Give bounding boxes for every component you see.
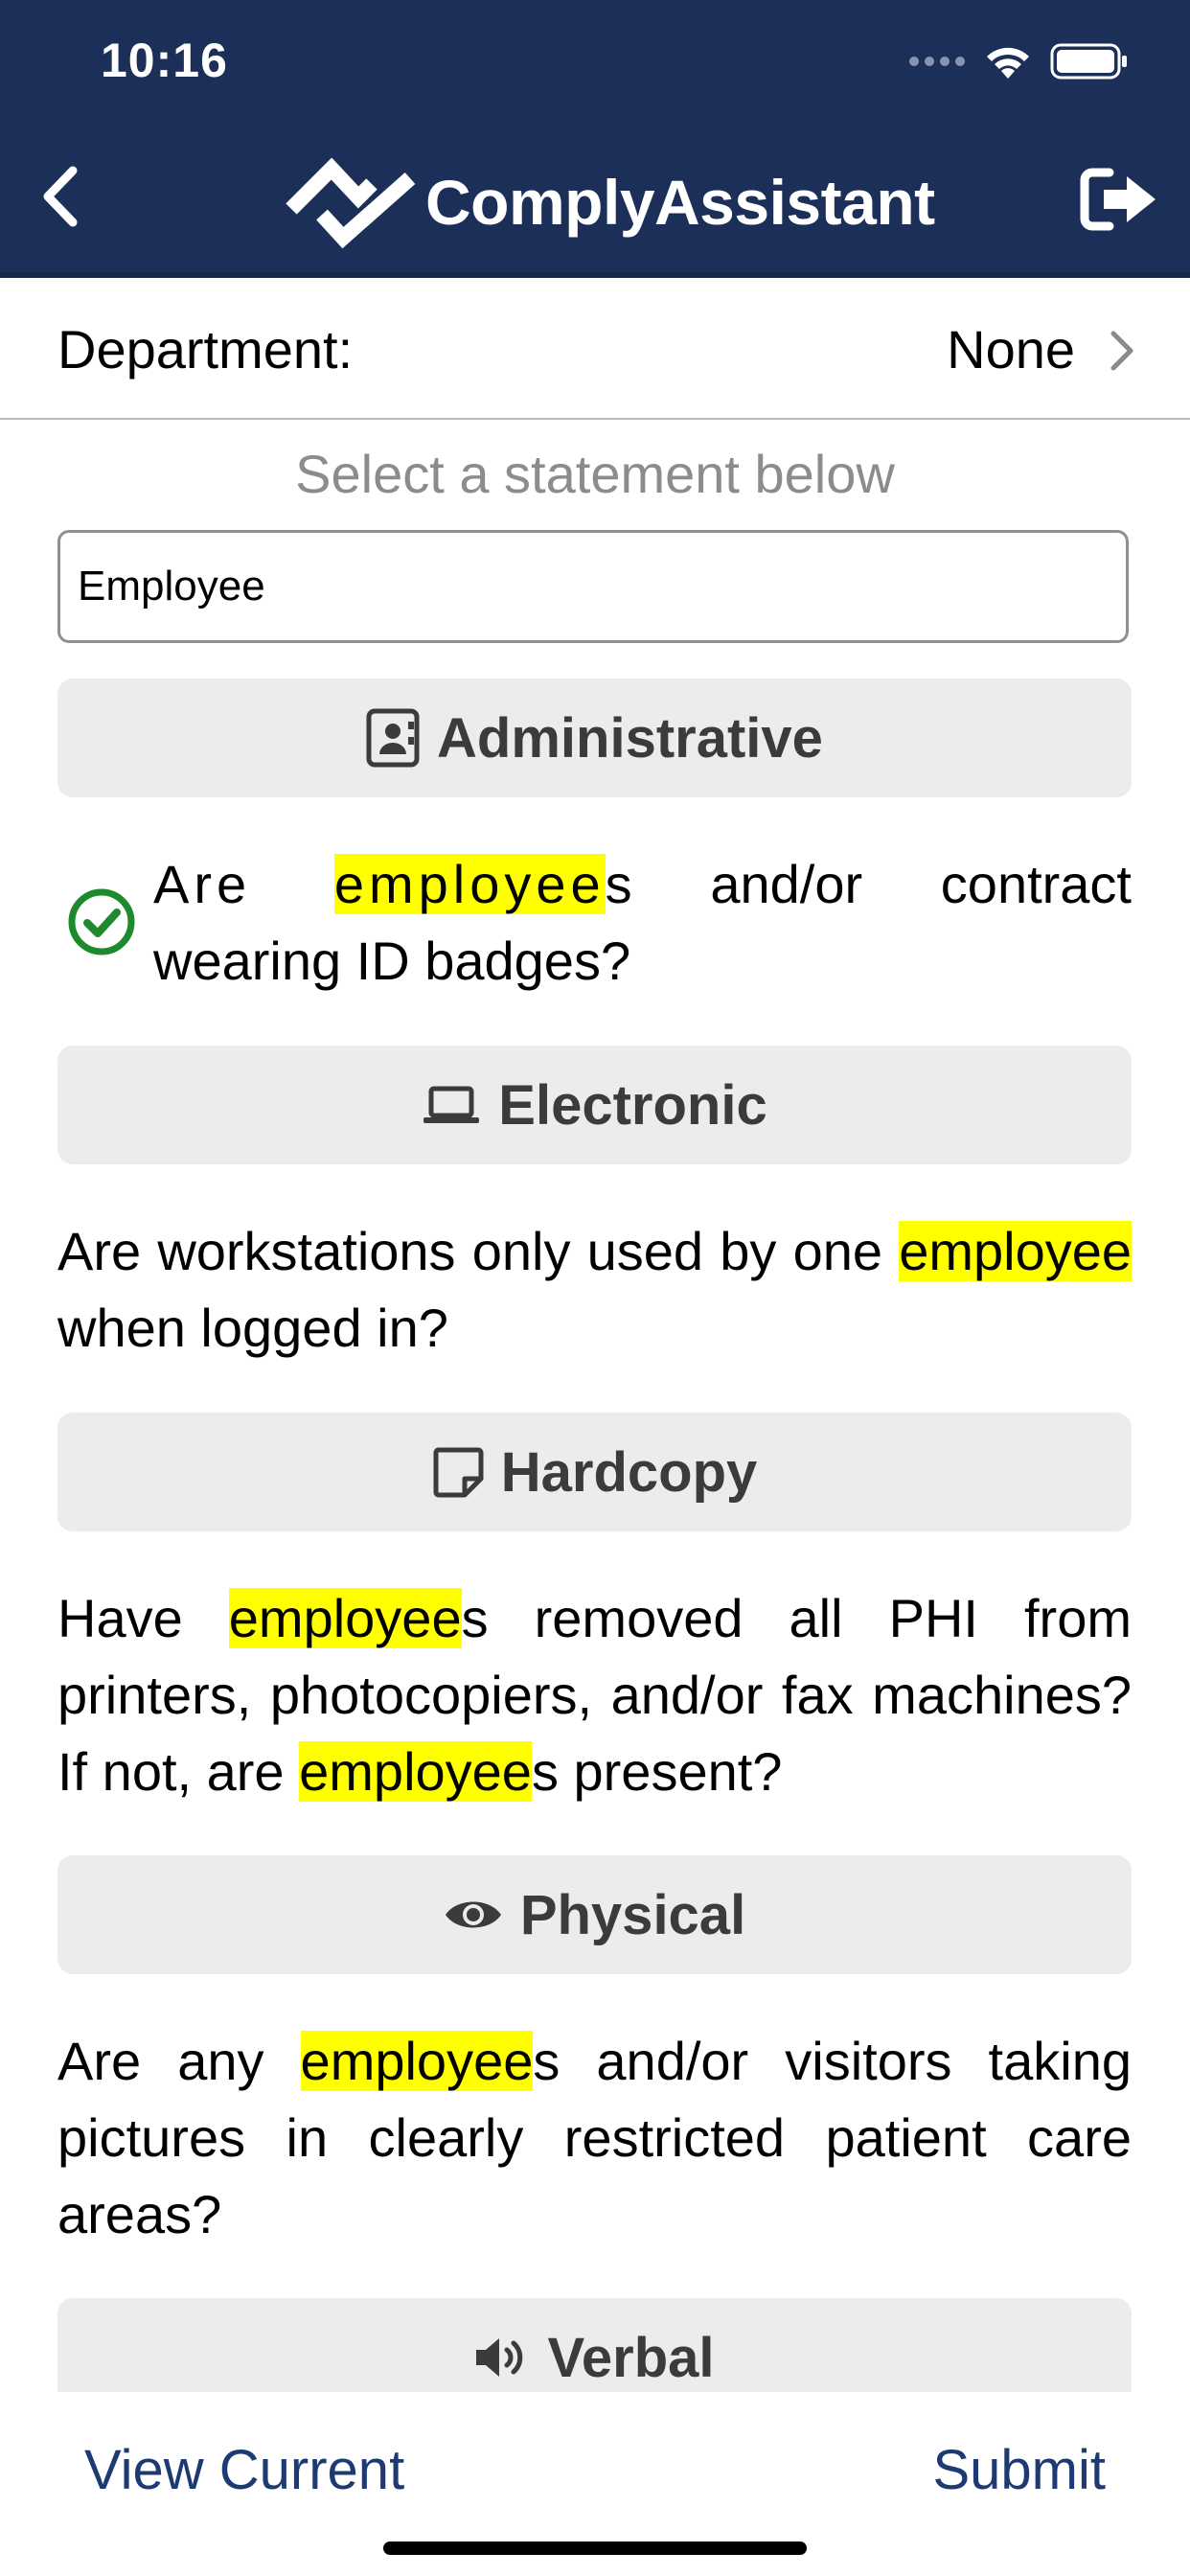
highlight: employee (299, 1741, 532, 1802)
back-button[interactable] (19, 153, 105, 240)
check-circle-icon (68, 888, 135, 955)
laptop-icon (423, 1086, 480, 1123)
status-time: 10:16 (101, 34, 228, 87)
signal-icon (909, 57, 965, 66)
question-physical[interactable]: Are any employees and/or visitors taking… (57, 2023, 1132, 2253)
submit-button[interactable]: Submit (932, 2438, 1106, 2502)
section-label: Administrative (437, 706, 823, 770)
question-text: Are workstations only used by one (57, 1221, 900, 1281)
volume-icon (476, 2338, 523, 2377)
section-label: Verbal (547, 2326, 715, 2389)
highlight: employee (300, 2031, 534, 2091)
battery-icon (1050, 43, 1127, 80)
question-text: s present? (531, 1741, 783, 1802)
id-badge-icon (366, 708, 420, 768)
department-value: None (947, 319, 1075, 380)
section-header-hardcopy[interactable]: Hardcopy (57, 1413, 1132, 1531)
status-bar: 10:16 (0, 0, 1190, 125)
status-icons (908, 42, 1129, 80)
sign-out-icon (1080, 168, 1156, 231)
question-administrative[interactable]: Are employees and/or contract wearing ID… (153, 846, 1132, 1000)
highlight: employee (899, 1221, 1132, 1281)
view-current-button[interactable]: View Current (84, 2438, 404, 2502)
section-header-physical[interactable]: Physical (57, 1855, 1132, 1974)
question-text: when logged in? (57, 1298, 448, 1358)
section-label: Hardcopy (500, 1440, 758, 1504)
brand: ComplyAssistant (284, 150, 935, 255)
nav-bar: ComplyAssistant (0, 125, 1190, 278)
chevron-left-icon (43, 166, 78, 227)
department-label: Department: (57, 319, 354, 380)
comply-assistant-logo (286, 157, 416, 249)
department-row[interactable]: Department: None (0, 278, 1190, 420)
wifi-icon (987, 47, 1029, 79)
sticky-note-icon (433, 1447, 484, 1498)
highlight: employee (333, 854, 606, 914)
select-hint: Select a statement below (295, 444, 895, 504)
eye-icon (445, 1901, 501, 1928)
question-text: Have (57, 1588, 229, 1648)
section-header-administrative[interactable]: Administrative (57, 678, 1132, 797)
bottom-bar: View Current Submit (0, 2392, 1190, 2576)
section-label: Physical (519, 1883, 746, 1946)
question-electronic[interactable]: Are workstations only used by one employ… (57, 1213, 1132, 1367)
section-header-electronic[interactable]: Electronic (57, 1046, 1132, 1164)
search-input[interactable] (57, 530, 1129, 643)
section-label: Electronic (498, 1073, 767, 1137)
highlight: employee (228, 1588, 462, 1648)
chevron-right-icon (1110, 331, 1133, 371)
question-hardcopy[interactable]: Have employees removed all PHI from prin… (57, 1580, 1132, 1810)
home-indicator (383, 2542, 807, 2555)
question-text: Are any (57, 2031, 301, 2091)
question-text: Are (153, 854, 334, 914)
logout-button[interactable] (1075, 161, 1171, 238)
brand-name: ComplyAssistant (425, 167, 935, 238)
